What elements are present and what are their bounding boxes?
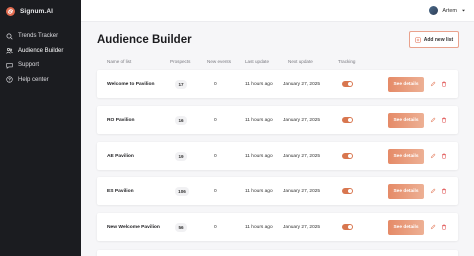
pencil-icon <box>430 81 436 87</box>
sidebar-item-trends-tracker[interactable]: Trends Tracker <box>0 29 81 44</box>
next-update: January 27, 2025 <box>283 224 321 230</box>
prospects-count: 16 <box>175 115 187 125</box>
sidebar-item-support[interactable]: Support <box>0 58 81 73</box>
column-header-next-update: Next update <box>288 59 313 64</box>
new-events-count: 0 <box>214 224 217 230</box>
prospects-count: 56 <box>175 222 187 232</box>
trash-icon <box>442 188 446 194</box>
tracking-toggle[interactable] <box>342 153 353 159</box>
table-row: New Welcome Pavilion 56 0 11 hours ago J… <box>97 213 458 241</box>
table-row-partial <box>97 250 458 256</box>
trash-icon <box>442 81 446 87</box>
trash-icon <box>442 117 446 123</box>
tracking-toggle[interactable] <box>342 117 353 123</box>
column-header-prospects: Prospects <box>170 59 191 64</box>
brand-name: Signum.AI <box>20 7 54 15</box>
list-name[interactable]: RO Pavilion <box>107 106 134 134</box>
next-update: January 27, 2025 <box>283 117 321 123</box>
brand[interactable]: Signum.AI <box>0 0 81 22</box>
help-icon <box>6 76 13 83</box>
trash-icon <box>442 224 446 230</box>
prospects-count: 19 <box>175 151 187 161</box>
new-events-count: 0 <box>214 117 217 123</box>
audience-icon <box>6 48 13 54</box>
avatar <box>429 6 439 15</box>
see-details-button[interactable]: See details <box>388 148 424 164</box>
column-header-last-update: Last update <box>245 59 270 64</box>
add-new-list-button[interactable]: Add new list <box>409 31 459 48</box>
sidebar-item-label: Help center <box>18 76 49 83</box>
list-name[interactable]: Welcome to Pavilion <box>107 70 154 98</box>
sidebar: Signum.AI Trends Tracker Audience Builde… <box>0 0 81 256</box>
sidebar-item-label: Support <box>18 62 40 69</box>
delete-button[interactable] <box>441 177 447 205</box>
tracking-toggle[interactable] <box>342 188 353 194</box>
add-new-list-label: Add new list <box>423 36 454 43</box>
new-events-count: 0 <box>214 153 217 159</box>
sidebar-item-label: Audience Builder <box>18 47 64 54</box>
sidebar-item-help-center[interactable]: Help center <box>0 73 81 88</box>
search-icon <box>6 33 13 40</box>
list-name[interactable]: New Welcome Pavilion <box>107 213 160 241</box>
last-update: 11 hours ago <box>245 224 273 230</box>
last-update: 11 hours ago <box>245 188 273 194</box>
next-update: January 27, 2025 <box>283 188 321 194</box>
see-details-button[interactable]: See details <box>388 219 424 235</box>
new-events-count: 0 <box>214 188 217 194</box>
delete-button[interactable] <box>441 106 447 134</box>
last-update: 11 hours ago <box>245 117 273 123</box>
new-events-count: 0 <box>214 81 217 87</box>
table-row: Welcome to Pavilion 17 0 11 hours ago Ja… <box>97 70 458 98</box>
topbar: Artem <box>81 0 474 22</box>
page-title: Audience Builder <box>97 34 192 46</box>
next-update: January 27, 2025 <box>283 153 321 159</box>
pencil-icon <box>430 224 436 230</box>
table-row: ES Pavilion 106 0 11 hours ago January 2… <box>97 177 458 205</box>
sidebar-item-audience-builder[interactable]: Audience Builder <box>0 44 81 59</box>
add-list-icon <box>415 36 421 43</box>
edit-button[interactable] <box>430 142 436 170</box>
see-details-button[interactable]: See details <box>388 183 424 199</box>
prospects-count: 106 <box>175 186 189 196</box>
main-content: Audience Builder Add new list Name of li… <box>81 22 474 256</box>
signum-logo-icon <box>6 6 15 16</box>
sidebar-item-label: Trends Tracker <box>18 33 59 40</box>
column-header-name: Name of list <box>107 59 132 64</box>
pencil-icon <box>430 153 436 159</box>
column-header-tracking: Tracking <box>338 59 356 64</box>
trash-icon <box>442 153 446 159</box>
edit-button[interactable] <box>430 177 436 205</box>
delete-button[interactable] <box>441 70 447 98</box>
pencil-icon <box>430 188 436 194</box>
prospects-count: 17 <box>175 79 187 89</box>
column-header-new-events: New events <box>207 59 232 64</box>
edit-button[interactable] <box>430 106 436 134</box>
user-name: Artem <box>442 7 457 14</box>
see-details-button[interactable]: See details <box>388 76 424 92</box>
edit-button[interactable] <box>430 213 436 241</box>
edit-button[interactable] <box>430 70 436 98</box>
sidebar-nav: Trends Tracker Audience Builder Support … <box>0 29 81 87</box>
user-menu[interactable]: Artem <box>429 6 466 15</box>
last-update: 11 hours ago <box>245 81 273 87</box>
see-details-button[interactable]: See details <box>388 112 424 128</box>
chevron-down-icon <box>462 9 465 12</box>
tracking-toggle[interactable] <box>342 224 353 230</box>
list-name[interactable]: ES Pavilion <box>107 177 134 205</box>
last-update: 11 hours ago <box>245 153 273 159</box>
delete-button[interactable] <box>441 213 447 241</box>
table-row: AE Pavilion 19 0 11 hours ago January 27… <box>97 142 458 170</box>
list-name[interactable]: AE Pavilion <box>107 142 134 170</box>
delete-button[interactable] <box>441 142 447 170</box>
chat-icon <box>6 62 13 69</box>
next-update: January 27, 2025 <box>283 81 321 87</box>
table-row: RO Pavilion 16 0 11 hours ago January 27… <box>97 106 458 134</box>
tracking-toggle[interactable] <box>342 81 353 87</box>
pencil-icon <box>430 117 436 123</box>
